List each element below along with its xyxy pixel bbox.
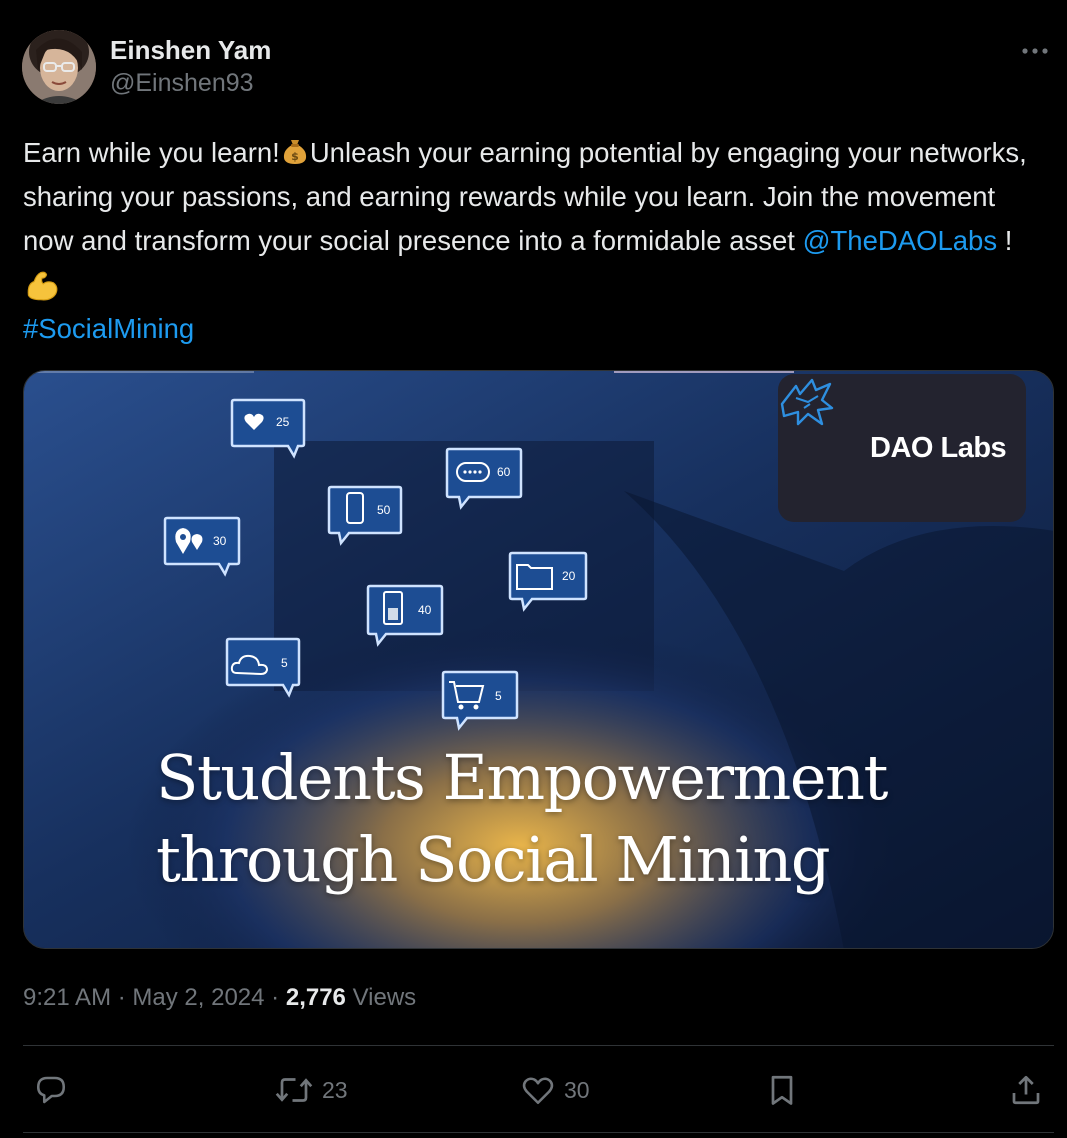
heart-icon (522, 1077, 554, 1105)
reply-icon (36, 1076, 66, 1104)
media-headline: Students Empowerment through Social Mini… (156, 737, 888, 901)
tweet-time[interactable]: 9:21 AM (23, 984, 111, 1011)
tweet-header: Einshen Yam @Einshen93 (22, 30, 1052, 106)
handle[interactable]: @Einshen93 (110, 66, 271, 100)
more-options-button[interactable] (1020, 36, 1050, 66)
tweet-text-part: ! (997, 225, 1013, 256)
bubble-count: 20 (562, 569, 576, 583)
more-icon (1022, 48, 1048, 54)
bubble-count: 50 (377, 503, 391, 517)
flexed-biceps-emoji-icon (27, 271, 58, 301)
hashtag-link[interactable]: #SocialMining (23, 313, 194, 344)
like-count: 30 (564, 1076, 590, 1103)
bookmark-icon (771, 1075, 793, 1105)
divider (23, 1132, 1054, 1133)
views-label: Views (352, 984, 417, 1011)
tweet-text-part: Earn while you learn! (23, 137, 280, 168)
author-info: Einshen Yam @Einshen93 (110, 34, 271, 100)
divider (23, 1045, 1054, 1046)
retweet-count: 23 (322, 1076, 348, 1103)
tweet-meta: 9:21 AM · May 2, 2024 · 2,776 Views (23, 980, 416, 1016)
share-button[interactable] (1008, 1066, 1044, 1114)
dao-labs-badge: DAO Labs (778, 374, 1026, 522)
bubble-count: 25 (276, 415, 290, 429)
like-button[interactable]: 30 (520, 1066, 590, 1114)
bubble-count: 5 (281, 656, 288, 670)
tweet: Einshen Yam @Einshen93 Earn while you le… (0, 0, 1067, 1138)
bookmark-button[interactable] (764, 1066, 800, 1114)
avatar[interactable] (22, 30, 96, 104)
tweet-text: Earn while you learn! $ Unleash your earni… (23, 131, 1043, 351)
headline-line-2: through Social Mining (156, 823, 831, 896)
bubble-count: 60 (497, 465, 511, 479)
meta-separator: · (271, 984, 280, 1011)
share-icon (1012, 1075, 1040, 1105)
retweet-icon (275, 1078, 313, 1102)
dao-labs-logo-icon (780, 378, 834, 426)
meta-separator: · (117, 984, 126, 1011)
display-name[interactable]: Einshen Yam (110, 34, 271, 66)
dao-labs-brand: DAO Labs (870, 432, 1007, 464)
mention-link[interactable]: @TheDAOLabs (803, 225, 998, 256)
views-count: 2,776 (285, 984, 346, 1011)
bubble-count: 40 (418, 603, 432, 617)
bubble-count: 5 (495, 689, 502, 703)
action-bar: 23 30 (0, 1066, 1067, 1114)
svg-text:$: $ (291, 150, 299, 163)
headline-line-1: Students Empowerment (156, 741, 888, 814)
retweet-button[interactable]: 23 (274, 1066, 348, 1114)
tweet-date[interactable]: May 2, 2024 (132, 984, 264, 1011)
bubble-count: 30 (213, 534, 227, 548)
money-bag-emoji-icon: $ (283, 140, 306, 164)
reply-button[interactable] (33, 1066, 69, 1114)
media-image[interactable]: 25 60 50 30 20 40 5 5 DAO Labs Students … (23, 370, 1054, 949)
